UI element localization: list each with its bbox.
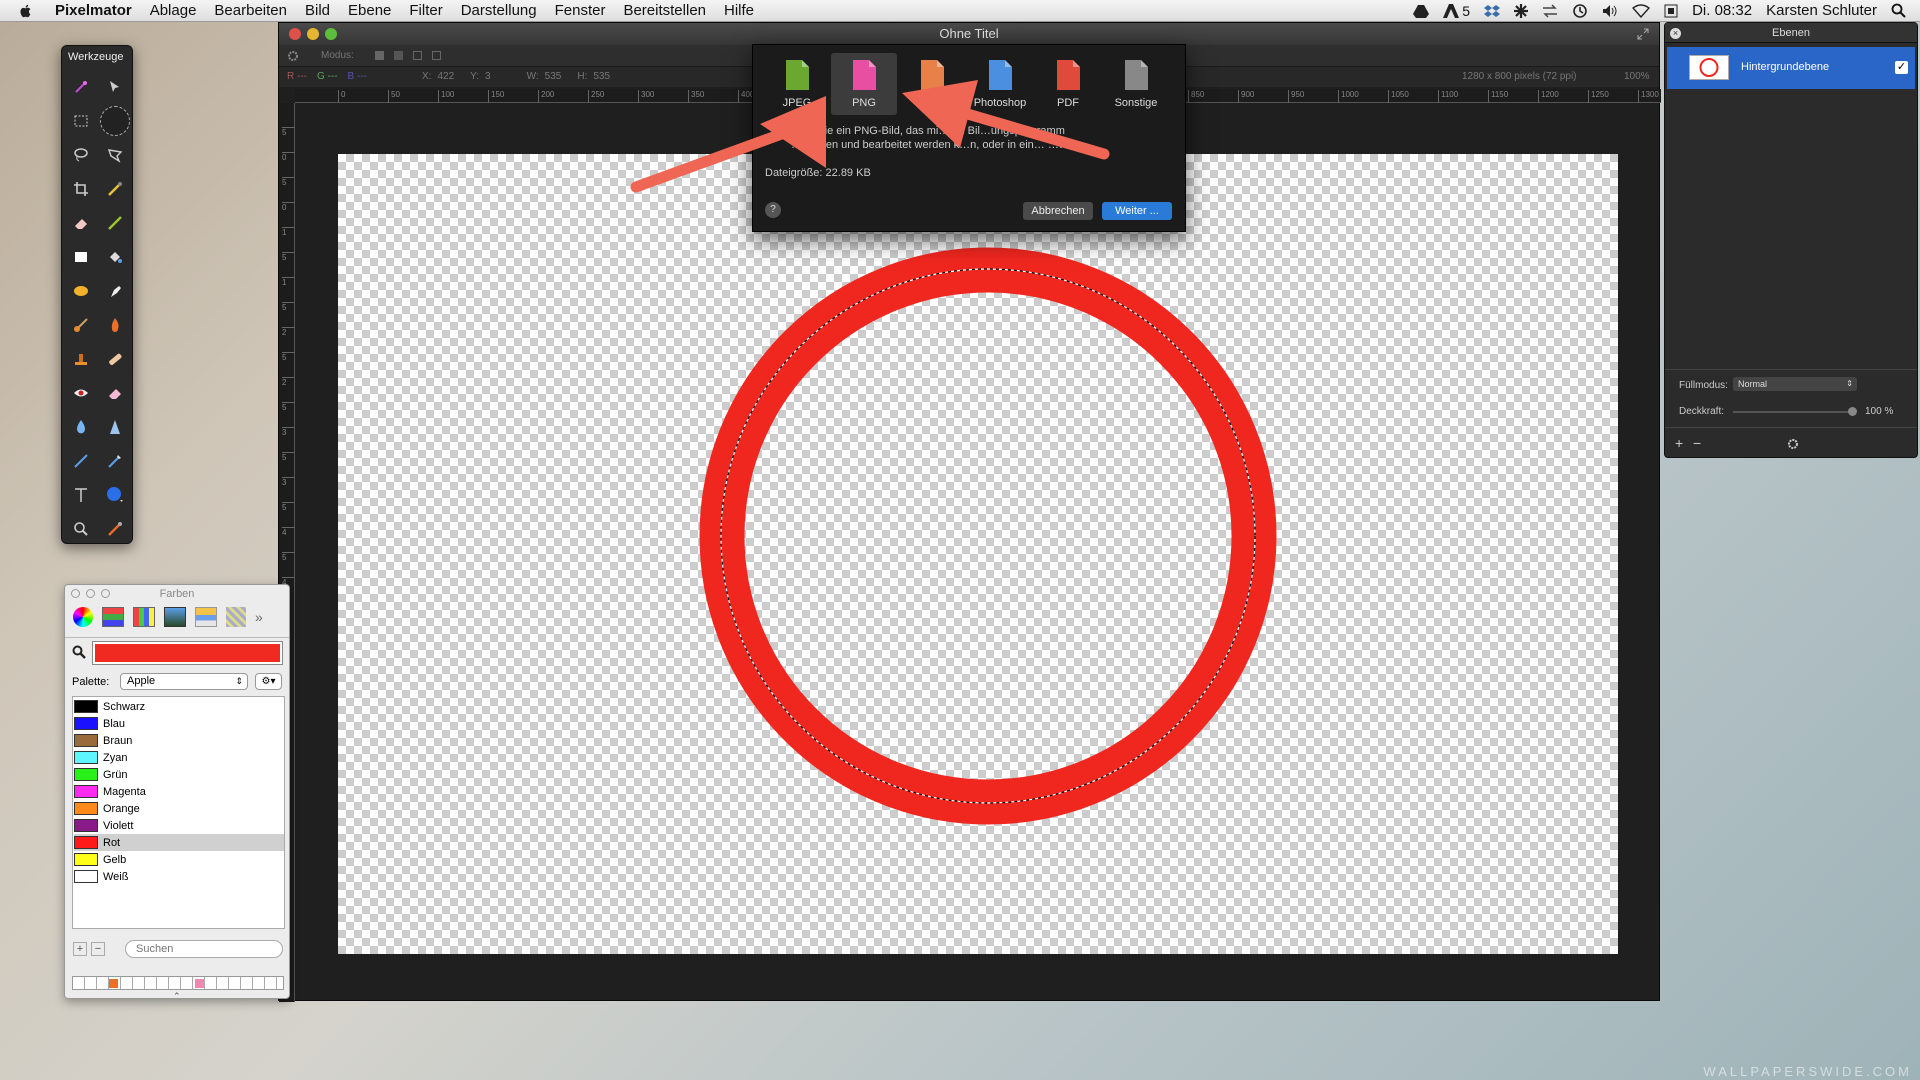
- select-arrows-icon: ⇕: [235, 676, 243, 686]
- color-name: Blau: [103, 717, 126, 730]
- colors-window-buttons[interactable]: [71, 589, 110, 598]
- remove-color-button[interactable]: −: [91, 942, 105, 956]
- blend-mode-select[interactable]: Normal ⇕: [1733, 377, 1857, 391]
- color-mode-toolbar: »: [73, 607, 263, 627]
- color-name: Magenta: [103, 785, 146, 798]
- colors-title: Farben: [159, 588, 195, 600]
- select-arrows-icon: ⇕: [1846, 379, 1853, 388]
- color-search-input[interactable]: [125, 940, 283, 958]
- color-wheel-icon[interactable]: [73, 607, 93, 627]
- close-layers-button[interactable]: ×: [1670, 28, 1681, 39]
- zoom-circle-icon[interactable]: [101, 589, 110, 598]
- add-color-button[interactable]: +: [73, 942, 87, 956]
- color-list-item[interactable]: Zyan: [74, 749, 284, 766]
- arrow-left: [630, 96, 826, 193]
- color-name: Grün: [103, 768, 128, 781]
- color-list-item[interactable]: Schwarz: [74, 698, 284, 715]
- opacity-label: Deckkraft:: [1679, 406, 1725, 417]
- palette-gear-button[interactable]: ⚙▾: [255, 673, 282, 690]
- color-palettes-icon[interactable]: [133, 607, 155, 627]
- color-swatch: [74, 751, 98, 764]
- palette-select[interactable]: Apple ⇕: [120, 673, 248, 690]
- color-name: Braun: [103, 734, 133, 747]
- layer-thumbnail: [1689, 55, 1729, 80]
- color-list-item[interactable]: Weiß: [74, 868, 284, 885]
- color-list-item[interactable]: Orange: [74, 800, 284, 817]
- color-swatch: [74, 836, 98, 849]
- layer-options-gear-icon[interactable]: [1787, 438, 1799, 450]
- gear-dropdown-icon: ⚙▾: [261, 676, 276, 687]
- color-swatch: [74, 700, 98, 713]
- blend-mode-value: Normal: [1738, 379, 1768, 389]
- layer-thumbnail-ring-icon: [1699, 58, 1719, 77]
- color-list: Schwarz Blau Braun Zyan Grün Magenta Orange Vio…: [72, 696, 285, 929]
- current-color-well[interactable]: [92, 641, 283, 665]
- opacity-slider-knob[interactable]: [1848, 407, 1857, 416]
- color-list-item[interactable]: Magenta: [74, 783, 284, 800]
- layer-row[interactable]: Hintergrundebene ✓: [1667, 47, 1915, 89]
- color-name: Violett: [103, 819, 134, 832]
- color-swatch: [74, 785, 98, 798]
- color-divider: [65, 637, 289, 638]
- color-name: Zyan: [103, 751, 128, 764]
- colors-panel: Farben » Palette: Apple ⇕ ⚙▾ Schwarz Blau…: [64, 584, 290, 1002]
- color-list-item[interactable]: Blau: [74, 715, 284, 732]
- color-name: Rot: [103, 836, 121, 849]
- color-swatch: [74, 717, 98, 730]
- layers-divider-2: [1665, 427, 1917, 428]
- color-list-item[interactable]: Gelb: [74, 851, 284, 868]
- swatch-strip[interactable]: [72, 976, 284, 990]
- color-list-item[interactable]: Grün: [74, 766, 284, 783]
- layer-visibility-checkbox[interactable]: ✓: [1895, 61, 1908, 74]
- layers-title: Ebenen: [1772, 27, 1810, 39]
- palette-value: Apple: [127, 675, 156, 687]
- pencils-icon[interactable]: [226, 607, 246, 627]
- remove-layer-button[interactable]: −: [1693, 435, 1701, 451]
- color-swatch: [74, 819, 98, 832]
- add-layer-button[interactable]: +: [1675, 435, 1683, 451]
- color-name: Schwarz: [103, 700, 146, 713]
- resize-handle-icon[interactable]: ⌃: [173, 991, 181, 1002]
- layers-palette: Ebenen × Hintergrundebene ✓ Füllmodus: N…: [1664, 22, 1918, 458]
- minimize-circle-icon[interactable]: [86, 589, 95, 598]
- color-name: Weiß: [103, 870, 129, 883]
- color-swatch: [74, 734, 98, 747]
- magnifier-picker-icon[interactable]: [72, 645, 86, 659]
- close-circle-icon[interactable]: [71, 589, 80, 598]
- color-list-item[interactable]: Braun: [74, 732, 284, 749]
- swatch-pink: [195, 979, 204, 988]
- palette-label: Palette:: [72, 676, 110, 688]
- more-chevron-icon[interactable]: »: [255, 609, 263, 625]
- color-name: Gelb: [103, 853, 127, 866]
- watermark-text: WALLPAPERSWIDE.COM: [1703, 1064, 1912, 1079]
- crayons-icon[interactable]: [195, 607, 217, 627]
- opacity-slider[interactable]: [1733, 411, 1853, 413]
- color-name: Orange: [103, 802, 140, 815]
- color-swatch: [74, 870, 98, 883]
- color-list-item[interactable]: Rot: [74, 834, 284, 851]
- color-swatch: [74, 802, 98, 815]
- color-list-item[interactable]: Violett: [74, 817, 284, 834]
- layer-name: Hintergrundebene: [1741, 61, 1830, 73]
- swatch-orange: [109, 979, 118, 988]
- color-swatch: [74, 768, 98, 781]
- blend-mode-label: Füllmodus:: [1679, 380, 1728, 391]
- layers-titlebar: Ebenen: [1665, 23, 1917, 43]
- opacity-value[interactable]: 100 %: [1865, 406, 1893, 417]
- arrow-right: [902, 80, 1110, 160]
- layers-divider: [1665, 369, 1917, 370]
- color-swatch: [74, 853, 98, 866]
- image-palettes-icon[interactable]: [164, 607, 186, 627]
- color-sliders-icon[interactable]: [102, 607, 124, 627]
